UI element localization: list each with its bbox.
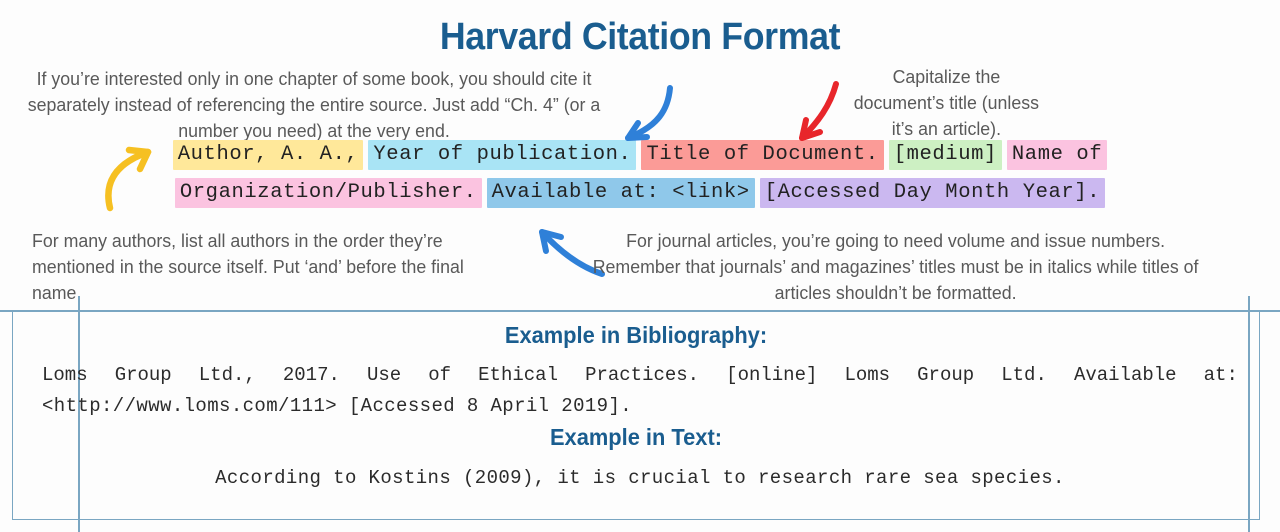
bibliography-example-line-1: Loms Group Ltd., 2017. Use of Ethical Practices… (42, 360, 1238, 390)
bibliography-word: of (428, 364, 452, 386)
format-chip-organization: Organization/Publisher. (174, 178, 482, 208)
bibliography-word: Ltd., (198, 364, 256, 386)
citation-format-line-1: Author, A. A., Year of publication. Title … (0, 140, 1280, 170)
note-capitalize-title: Capitalize the document’s title (unless … (853, 66, 1040, 139)
bibliography-word: Ethical (478, 364, 558, 386)
bibliography-example-line-2: <http://www.loms.com/111> [Accessed 8 Ap… (42, 395, 633, 417)
note-journal-articles: For journal articles, you’re going to ne… (592, 230, 1199, 303)
citation-format-line-2: Organization/Publisher. Available at: <li… (0, 178, 1280, 208)
format-chip-year: Year of publication. (368, 140, 637, 170)
format-chip-available-at: Available at: <link> (486, 178, 755, 208)
page-title: Harvard Citation Format (439, 16, 841, 58)
format-chip-name-of: Name of (1006, 140, 1108, 170)
note-chapter-citation: If you’re interested only in one chapter… (27, 68, 601, 141)
bibliography-word: [online] (726, 364, 818, 386)
format-chip-author: Author, A. A., (172, 140, 364, 170)
format-chip-title: Title of Document. (641, 140, 884, 170)
bibliography-word: Loms (844, 364, 891, 386)
in-text-example-line: According to Kostins (2009), it is cruci… (215, 467, 1065, 489)
format-chip-accessed: [Accessed Day Month Year]. (759, 178, 1106, 208)
bibliography-word: 2017. (282, 364, 340, 386)
heading-example-bibliography: Example in Bibliography: (504, 322, 768, 348)
bibliography-word: at: (1203, 364, 1238, 386)
box-edge-tick-top (0, 310, 1280, 312)
bibliography-word: Available (1073, 364, 1177, 386)
bibliography-word: Practices. (585, 364, 700, 386)
bibliography-word: Group (114, 364, 172, 386)
note-multiple-authors: For many authors, list all authors in th… (32, 230, 464, 303)
format-chip-medium: [medium] (888, 140, 1002, 170)
bibliography-word: Group (917, 364, 975, 386)
bibliography-word: Ltd. (1001, 364, 1047, 386)
box-corner-tick-right (1248, 296, 1250, 532)
heading-example-in-text: Example in Text: (549, 424, 723, 450)
bibliography-word: Use (366, 364, 402, 386)
bibliography-word: Loms (42, 364, 88, 386)
infographic-canvas: Harvard Citation Format If you’re intere… (0, 0, 1280, 532)
